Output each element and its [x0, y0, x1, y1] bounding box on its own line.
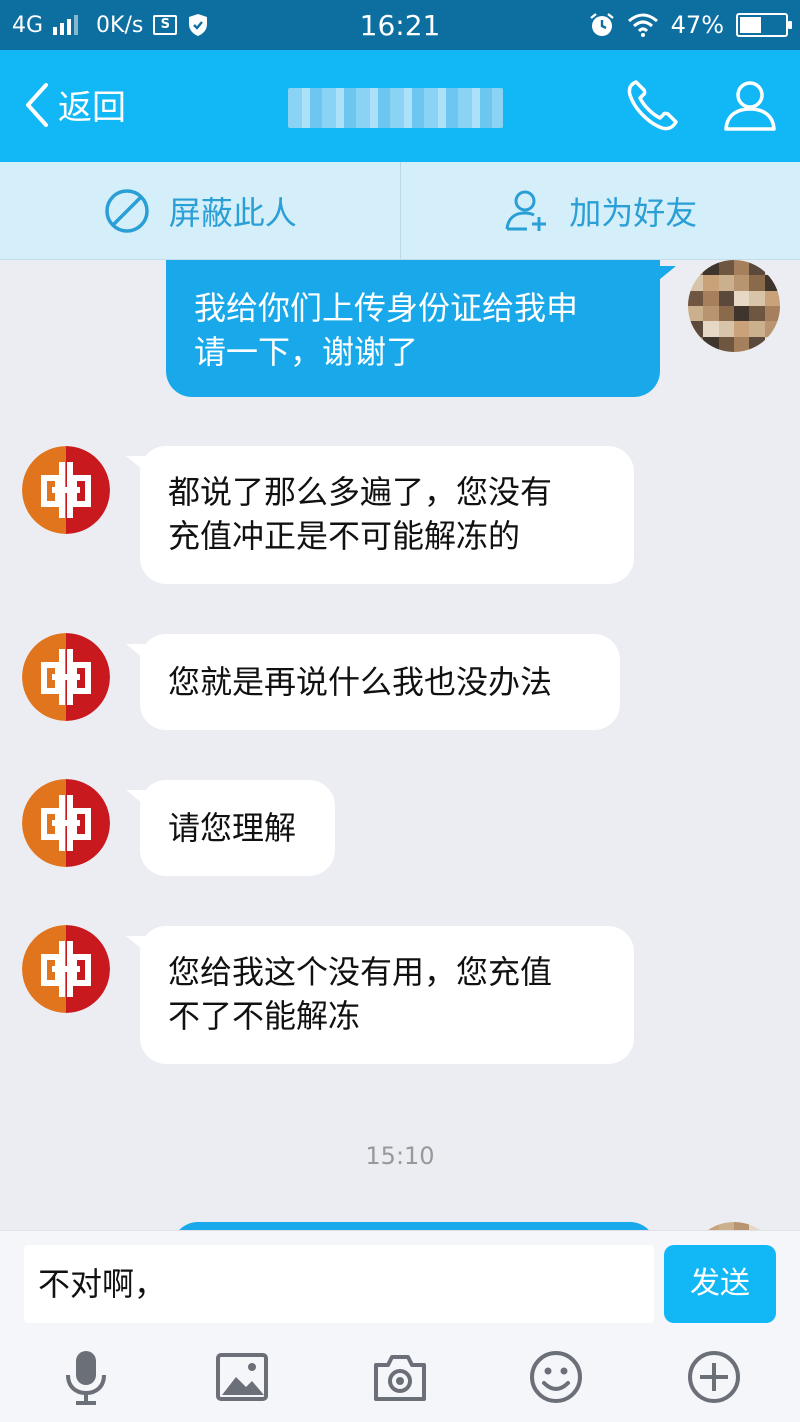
avatar-pixel	[733, 305, 750, 322]
battery-icon	[736, 13, 792, 37]
add-friend-label: 加为好友	[569, 193, 698, 232]
phone-icon[interactable]	[622, 76, 682, 136]
avatar-pixel	[718, 305, 734, 322]
microphone-icon[interactable]	[56, 1347, 116, 1407]
bank-logo-icon	[22, 633, 110, 721]
nav-bar: 返回	[0, 50, 800, 162]
avatar-pixel	[733, 321, 750, 337]
avatar-pixel	[703, 275, 719, 291]
message-line: 您就是再说什么我也没办法	[168, 663, 553, 701]
bubble-tail	[654, 266, 676, 284]
outgoing-message-bubble[interactable]: 我给你们上传身份证给我申 请一下，谢谢了	[166, 260, 660, 397]
message-line: 您给我这个没有用，您充值	[168, 953, 553, 991]
avatar-pixel	[764, 321, 780, 337]
message-input[interactable]: 不对啊，	[24, 1245, 654, 1323]
avatar-pixel	[688, 260, 704, 276]
incoming-message-bubble[interactable]: 您给我这个没有用，您充值 不了不能解冻	[140, 926, 634, 1064]
avatar-pixel	[688, 336, 704, 352]
add-friend-button[interactable]: 加为好友	[399, 162, 800, 259]
avatar-pixel	[749, 275, 765, 291]
chevron-left-icon	[26, 82, 48, 127]
avatar-pixel	[764, 275, 780, 291]
bank-avatar[interactable]	[22, 446, 110, 534]
avatar-pixel	[733, 260, 750, 276]
bank-logo-icon	[22, 779, 110, 867]
message-line: 请一下，谢谢了	[194, 333, 419, 371]
avatar-pixel	[749, 290, 765, 306]
bank-avatar[interactable]	[22, 633, 110, 721]
user-avatar[interactable]	[688, 1222, 780, 1230]
message-line: 不了不能解冻	[168, 997, 361, 1035]
avatar-pixel	[718, 290, 734, 306]
avatar-pixel	[749, 321, 765, 337]
avatar-pixel	[703, 305, 719, 322]
incoming-message-bubble[interactable]: 都说了那么多遍了，您没有 充值冲正是不可能解冻的	[140, 446, 634, 584]
avatar-pixel	[703, 321, 719, 337]
avatar-pixel	[703, 290, 719, 306]
status-bar: 4G 0K/s S 16:21 47%	[0, 0, 800, 50]
avatar-pixel	[718, 260, 734, 276]
message-timestamp: 15:10	[365, 1142, 435, 1170]
avatar-pixel	[718, 321, 734, 337]
avatar-pixel	[749, 260, 765, 276]
block-button[interactable]: 屏蔽此人	[0, 162, 400, 259]
user-avatar[interactable]	[688, 260, 780, 352]
incoming-message-bubble[interactable]: 请您理解	[140, 780, 335, 876]
plus-icon[interactable]	[684, 1347, 744, 1407]
message-line: 请您理解	[168, 809, 297, 847]
clock: 16:21	[359, 8, 441, 42]
outgoing-message-bubble[interactable]	[172, 1222, 656, 1230]
bank-avatar[interactable]	[22, 925, 110, 1013]
message-line: 都说了那么多遍了，您没有	[168, 473, 553, 511]
avatar-pixel	[718, 336, 734, 352]
send-button[interactable]: 发送	[664, 1245, 776, 1323]
avatar-pixel	[718, 1222, 734, 1230]
block-label: 屏蔽此人	[168, 193, 297, 232]
emoji-icon[interactable]	[526, 1347, 586, 1407]
camera-icon[interactable]	[370, 1347, 430, 1407]
avatar-pixel	[764, 290, 780, 306]
avatar-pixel	[703, 260, 719, 276]
avatar-pixel	[688, 275, 704, 291]
avatar-pixel	[749, 305, 765, 322]
action-bar: 屏蔽此人 加为好友	[0, 162, 800, 260]
incoming-message-bubble[interactable]: 您就是再说什么我也没办法	[140, 634, 620, 730]
back-label: 返回	[58, 88, 126, 128]
avatar-pixel	[764, 260, 780, 276]
input-bar: 不对啊， 发送	[0, 1230, 800, 1422]
contact-name-blurred	[288, 88, 503, 128]
avatar-pixel	[749, 1222, 765, 1230]
avatar-pixel	[718, 275, 734, 291]
avatar-pixel	[733, 336, 750, 352]
message-line: 充值冲正是不可能解冻的	[168, 517, 521, 555]
avatar-pixel	[688, 1222, 704, 1230]
avatar-pixel	[749, 336, 765, 352]
chat-area: 我给你们上传身份证给我申 请一下，谢谢了 都说了那么多遍了，您没有 充值冲正是不…	[0, 260, 800, 1230]
avatar-pixel	[703, 336, 719, 352]
avatar-pixel	[733, 290, 750, 306]
back-button[interactable]: 返回	[22, 80, 126, 129]
avatar-pixel	[688, 305, 704, 322]
avatar-pixel	[764, 336, 780, 352]
message-line: 我给你们上传身份证给我申	[194, 289, 579, 327]
avatar-pixel	[688, 321, 704, 337]
block-icon	[104, 188, 149, 233]
avatar-pixel	[733, 1222, 750, 1230]
avatar-pixel	[733, 275, 750, 291]
avatar-pixel	[688, 290, 704, 306]
bank-logo-icon	[22, 925, 110, 1013]
add-friend-icon	[505, 190, 547, 231]
bank-avatar[interactable]	[22, 779, 110, 867]
avatar-pixel	[703, 1222, 719, 1230]
image-icon[interactable]	[212, 1347, 272, 1407]
profile-icon[interactable]	[720, 76, 780, 136]
avatar-pixel	[764, 305, 780, 322]
bank-logo-icon	[22, 446, 110, 534]
avatar-pixel	[764, 1222, 780, 1230]
